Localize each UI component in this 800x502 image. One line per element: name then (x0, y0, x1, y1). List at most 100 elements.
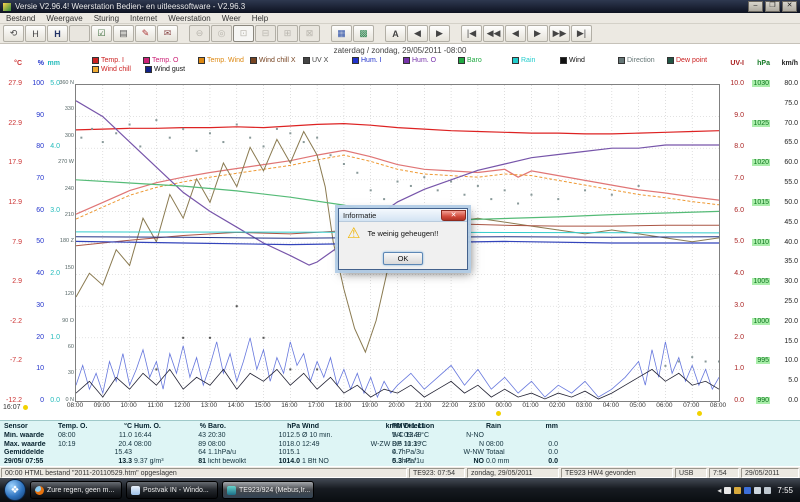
summary-cell: 43 (180, 432, 206, 441)
summary-cell: 11.0 (98, 432, 132, 441)
pmv-line: WC 13.3 °C (392, 432, 429, 441)
menu-internet[interactable]: Internet (130, 14, 157, 23)
axis-tick-label: 10 (28, 365, 44, 372)
start-button[interactable]: ❖ (4, 479, 26, 501)
menu-help[interactable]: Help (252, 14, 268, 23)
blank-button (69, 25, 90, 42)
legend-swatch (143, 57, 150, 64)
summary-cell: 64 (180, 449, 206, 458)
taskbar-button[interactable]: Zure regen, geen m... (30, 481, 122, 499)
summary-header-cell: Wind (302, 423, 352, 432)
axis-tick-label: 20.0 (772, 318, 798, 325)
summary-header-cell: hPa (260, 423, 300, 432)
flag-icon[interactable] (724, 487, 731, 494)
summary-cell: N (444, 441, 484, 450)
legend-label: Wind gust (154, 66, 185, 73)
axis-tick-label: 10.0 (772, 357, 798, 364)
zoom-reset-button: ◎ (211, 25, 232, 42)
axis-tick-label: 150 (56, 265, 74, 272)
next-button[interactable]: ▶ (429, 25, 450, 42)
legend-swatch (145, 66, 152, 73)
axis-tick-label: 270 W (56, 159, 74, 166)
menu-weerstation[interactable]: Weerstation (168, 14, 211, 23)
next-week-button[interactable]: ▶▶ (549, 25, 570, 42)
prev-day-button[interactable]: ◀ (505, 25, 526, 42)
legend-label: UV X (312, 57, 328, 64)
clock[interactable]: 7:55 (777, 486, 793, 495)
shield-icon[interactable] (734, 487, 741, 494)
taskbar-button[interactable]: TE923/924 (Mebus,Ir... (222, 481, 314, 499)
windows-logo-icon: ❖ (11, 485, 20, 496)
summary-cell: Gemiddelde (4, 449, 56, 458)
axis-tick-label: 210 (56, 212, 74, 219)
legend-swatch (458, 57, 465, 64)
axis-tick-label: 40 (28, 270, 44, 277)
close-button[interactable]: ✕ (782, 1, 797, 12)
axis-tick-label: 22.9 (2, 120, 22, 127)
summary-cell: Min. waarde (4, 432, 56, 441)
legend-swatch (303, 57, 310, 64)
axis-tick-label: 6.0 (722, 207, 744, 214)
menu-weer[interactable]: Weer (222, 14, 241, 23)
show-hidden-icons-button[interactable]: ◂ (717, 486, 721, 495)
informatie-dialog: Informatie ✕ ⚠ Te weinig geheugen!! OK (338, 208, 468, 270)
taskbar-button[interactable]: Postvak IN - Windo... (126, 481, 218, 499)
legend-label: Direction (627, 57, 655, 64)
summary-header-cell: Rain (486, 423, 528, 432)
maximize-button[interactable]: ❐ (765, 1, 780, 12)
summary-cell: 89 (180, 441, 206, 450)
prev-week-button[interactable]: ◀◀ (483, 25, 504, 42)
next-day-button[interactable]: ▶ (527, 25, 548, 42)
axis-km/h: km/h80.075.070.065.060.055.050.045.040.0… (772, 44, 798, 420)
summary-cell (58, 449, 96, 458)
axis-tick-label: 1005 (752, 278, 770, 285)
axis-unit: km/h (782, 60, 798, 67)
sun-icon (23, 405, 28, 410)
menu-sturing[interactable]: Sturing (94, 14, 119, 23)
axis-tick-label: 4.0 (722, 270, 744, 277)
minimize-button[interactable]: – (748, 1, 763, 12)
summary-panel: SensorTemp. O.°CHum. O.%Baro.hPaWindkm/h… (0, 420, 800, 466)
mail-button[interactable]: ✉ (157, 25, 178, 42)
axis-tick-label: 180 Z (56, 238, 74, 245)
print-button[interactable]: ▤ (113, 25, 134, 42)
axis-tick-label: 7.9 (2, 239, 22, 246)
prev-button[interactable]: ◀ (407, 25, 428, 42)
first-day-button[interactable]: |◀ (461, 25, 482, 42)
pmv-line: DP 10.1 °C (392, 441, 429, 450)
last-day-button[interactable]: ▶| (571, 25, 592, 42)
html-button[interactable]: H (25, 25, 46, 42)
menu-weergave[interactable]: Weergave (46, 14, 82, 23)
updates-icon[interactable] (744, 487, 751, 494)
summary-cell: N-NO (444, 432, 484, 441)
network-icon[interactable] (754, 487, 761, 494)
summary-cell (530, 432, 558, 441)
legend-swatch (250, 57, 257, 64)
title-bar[interactable]: Versie V2.96.4! Weerstation Bedien- en u… (0, 0, 800, 13)
save-html-button[interactable]: H (47, 25, 68, 42)
axis-tick-label: 360 N (56, 80, 74, 87)
font-button[interactable]: A (385, 25, 406, 42)
table-view-button[interactable]: ▦ (331, 25, 352, 42)
axis-tick-label: 70 (28, 175, 44, 182)
axis-tick-label: 1030 (752, 80, 770, 87)
summary-cell: Totaal (486, 449, 528, 458)
axis-tick-label: 1025 (752, 120, 770, 127)
summary-cell (486, 432, 528, 441)
x-tick-label: 08:00 (61, 402, 89, 409)
monitor-check-button[interactable]: ☑ (91, 25, 112, 42)
chart-edit-button[interactable]: ✎ (135, 25, 156, 42)
toolbar: ⟲HH☑▤✎✉⊖◎⊡⊟⊞⊠▦▩A◀▶|◀◀◀◀▶▶▶▶| (0, 24, 800, 44)
menu-bestand[interactable]: Bestand (6, 14, 35, 23)
summary-cell (134, 449, 178, 458)
summary-table: SensorTemp. O.°CHum. O.%Baro.hPaWindkm/h… (4, 423, 558, 467)
volume-icon[interactable] (764, 487, 771, 494)
chart-view-button[interactable]: ▩ (353, 25, 374, 42)
axis-unit: % (38, 60, 44, 67)
dialog-close-button[interactable]: ✕ (441, 210, 466, 221)
x-tick-label: 13:00 (195, 402, 223, 409)
undo-button[interactable]: ⟲ (3, 25, 24, 42)
axis-tick-label: 0.0 (772, 397, 798, 404)
axis-tick-label: 12.9 (2, 199, 22, 206)
dialog-ok-button[interactable]: OK (383, 252, 423, 265)
